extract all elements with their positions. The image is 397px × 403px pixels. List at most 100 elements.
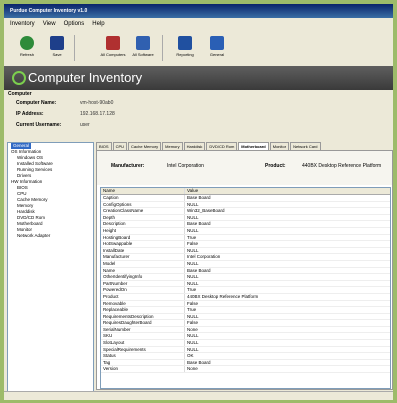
table-row[interactable]: Caption Base Board xyxy=(101,195,390,202)
computers-icon xyxy=(106,36,120,50)
property-value-cell: OK xyxy=(187,353,194,359)
table-row[interactable]: HotSwappable False xyxy=(101,241,390,248)
table-row[interactable]: RequirementsDescription NULL xyxy=(101,313,390,321)
table-row[interactable]: Product 440BX Desktop Reference Platform xyxy=(101,293,390,301)
save-button[interactable]: Save xyxy=(44,33,70,64)
status-bar xyxy=(4,391,393,400)
tab[interactable]: CPU xyxy=(112,142,128,150)
category-tree[interactable]: General OS Information Windows OS Installed… xyxy=(7,142,94,392)
tree-item[interactable]: Network Adapter xyxy=(8,233,93,239)
tree-item-label: Motherboard xyxy=(17,221,43,226)
property-value-cell: True xyxy=(187,234,197,240)
menu-inventory[interactable]: Inventory xyxy=(10,18,35,30)
tree-item-label: BIOS xyxy=(17,185,28,190)
property-name-cell: Caption xyxy=(101,195,185,201)
property-value-cell: True xyxy=(187,287,197,293)
tab[interactable]: DVD/CD Rom xyxy=(206,142,238,150)
column-header-value[interactable]: Value xyxy=(185,188,390,194)
table-row[interactable]: Status OK xyxy=(101,353,390,360)
property-value-cell: NULL xyxy=(187,260,199,266)
property-name-cell: PartNumber xyxy=(101,280,185,287)
properties-grid[interactable]: Name Value Caption Base Board ConfigOption… xyxy=(100,187,391,389)
computer-name-label: Computer Name: xyxy=(16,100,57,106)
table-row[interactable]: Model NULL xyxy=(101,260,390,268)
table-row[interactable]: Depth NULL xyxy=(101,214,390,222)
toolbar-separator xyxy=(162,35,163,61)
menu-bar: Inventory View Options Help xyxy=(4,18,393,30)
grid-header: Name Value xyxy=(101,188,390,195)
property-value-cell: False xyxy=(187,241,199,247)
property-name-cell: HostingBoard xyxy=(101,234,185,241)
info-section-title: Computer xyxy=(8,91,32,97)
menu-options[interactable]: Options xyxy=(64,18,85,30)
title-bar: Purdue Computer Inventory v1.0 xyxy=(4,4,393,18)
property-value-cell: 440BX Desktop Reference Platform xyxy=(187,293,259,299)
table-row[interactable]: SKU NULL xyxy=(101,333,390,341)
tab[interactable]: Network Card xyxy=(290,142,321,150)
table-row[interactable]: Version None xyxy=(101,366,390,374)
tab[interactable]: Monitor xyxy=(269,142,290,150)
tab[interactable]: Memory xyxy=(162,142,183,150)
property-name-cell: Height xyxy=(101,227,185,234)
table-row[interactable]: Removable False xyxy=(101,300,390,308)
property-name-cell: CreationClassName xyxy=(101,208,185,214)
column-header-name[interactable]: Name xyxy=(101,188,185,194)
product-label: Product: xyxy=(265,163,286,169)
menu-view[interactable]: View xyxy=(43,18,56,30)
table-row[interactable]: SpecialRequirements NULL xyxy=(101,346,390,354)
menu-help[interactable]: Help xyxy=(92,18,104,30)
property-value-cell: NULL xyxy=(187,346,199,352)
property-name-cell: SpecialRequirements xyxy=(101,346,185,353)
table-row[interactable]: InstallDate NULL xyxy=(101,247,390,255)
all-software-button[interactable]: All Software xyxy=(130,33,156,64)
table-row[interactable]: Height NULL xyxy=(101,227,390,235)
tab[interactable]: Motherboard xyxy=(238,142,269,150)
property-value-cell: False xyxy=(187,300,199,306)
property-value-cell: NULL xyxy=(187,274,199,280)
tree-item-label: Network Adapter xyxy=(17,233,51,238)
table-row[interactable]: Manufacturer Intel Corporation xyxy=(101,254,390,261)
table-row[interactable]: OtherIdentifyingInfo NULL xyxy=(101,274,390,281)
table-row[interactable]: Description Base Board xyxy=(101,221,390,228)
computer-name-value: vm-host-90ab0 xyxy=(80,100,114,106)
property-value-cell: NULL xyxy=(187,227,199,233)
all-computers-button[interactable]: All Computers xyxy=(100,33,126,64)
computer-info: Computer Computer Name: vm-host-90ab0 IP… xyxy=(4,90,393,138)
property-name-cell: Name xyxy=(101,267,185,274)
property-name-cell: Model xyxy=(101,260,185,267)
table-row[interactable]: SerialNumber None xyxy=(101,326,390,334)
property-value-cell: NULL xyxy=(187,313,199,319)
table-row[interactable]: HostingBoard True xyxy=(101,234,390,242)
property-value-cell: None xyxy=(187,366,198,372)
tab[interactable]: Harddisk xyxy=(183,142,206,150)
tree-item-label: Memory xyxy=(17,203,34,208)
banner-title: Computer Inventory xyxy=(28,70,143,85)
reporting-button[interactable]: Reporting xyxy=(172,33,198,64)
ip-address-value: 192.168.17.128 xyxy=(80,111,115,117)
property-value-cell: Base Board xyxy=(187,221,211,227)
table-row[interactable]: PartNumber NULL xyxy=(101,280,390,288)
property-name-cell: OtherIdentifyingInfo xyxy=(101,274,185,280)
table-row[interactable]: RequiresDaughterBoard False xyxy=(101,320,390,327)
property-name-cell: Tag xyxy=(101,359,185,366)
table-row[interactable]: SlotLayout NULL xyxy=(101,340,390,347)
refresh-button[interactable]: Refresh xyxy=(14,33,40,64)
property-name-cell: InstallDate xyxy=(101,247,185,254)
property-name-cell: ConfigOptions xyxy=(101,201,185,208)
tree-item-label: Cache Memory xyxy=(17,197,48,202)
tree-item-label: Installed Software xyxy=(17,161,53,166)
general-button[interactable]: General xyxy=(204,33,230,64)
property-value-cell: Base Board xyxy=(187,359,211,365)
table-row[interactable]: Replaceable True xyxy=(101,307,390,314)
username-label: Current Username: xyxy=(16,122,62,128)
table-row[interactable]: ConfigOptions NULL xyxy=(101,201,390,209)
property-name-cell: Product xyxy=(101,293,185,300)
property-name-cell: SerialNumber xyxy=(101,326,185,333)
table-row[interactable]: CreationClassName Win32_BaseBoard xyxy=(101,208,390,215)
table-row[interactable]: PoweredOn True xyxy=(101,287,390,294)
table-row[interactable]: Name Base Board xyxy=(101,267,390,275)
tab[interactable]: Cache Memory xyxy=(128,142,162,150)
tree-item-label: Harddisk xyxy=(17,209,35,214)
tab[interactable]: BIOS xyxy=(96,142,112,150)
table-row[interactable]: Tag Base Board xyxy=(101,359,390,367)
